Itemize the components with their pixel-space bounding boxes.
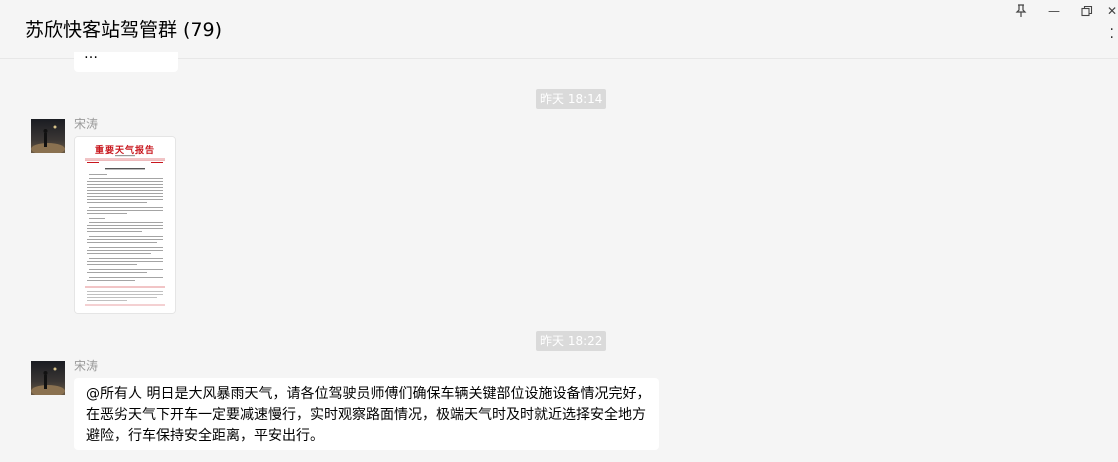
close-icon: ✕ bbox=[1106, 4, 1118, 18]
restore-icon[interactable] bbox=[1077, 2, 1097, 20]
sender-avatar[interactable] bbox=[31, 119, 65, 153]
text-message-bubble[interactable]: @所有人 明日是大风暴雨天气，请各位驾驶员师傅们确保车辆关键部位设施设备情况完好… bbox=[74, 378, 659, 450]
sender-avatar[interactable] bbox=[31, 361, 65, 395]
timestamp-divider: 昨天 18:14 bbox=[536, 89, 607, 109]
sender-name: 宋涛 bbox=[74, 117, 99, 131]
document-title: 重要天气报告 bbox=[95, 144, 155, 156]
minimize-button[interactable]: — bbox=[1044, 2, 1064, 20]
weather-report-thumbnail: 重要天气报告 bbox=[75, 137, 175, 313]
more-options-icon[interactable]: · · bbox=[1110, 23, 1114, 45]
message-text: @所有人 明日是大风暴雨天气，请各位驾驶员师傅们确保车辆关键部位设施设备情况完好… bbox=[86, 386, 651, 444]
avatar-image bbox=[31, 361, 65, 395]
previous-message-text: … bbox=[84, 52, 98, 62]
previous-message-bubble[interactable]: … bbox=[74, 52, 178, 72]
sender-name: 宋涛 bbox=[74, 359, 99, 373]
pin-icon[interactable] bbox=[1011, 2, 1031, 20]
chat-title: 苏欣快客站驾管群 (79) bbox=[25, 19, 223, 41]
avatar-image bbox=[31, 119, 65, 153]
close-button[interactable]: ✕ bbox=[1102, 2, 1118, 20]
minimize-icon: — bbox=[1048, 4, 1060, 18]
image-message-weather-report[interactable]: 重要天气报告 bbox=[74, 136, 176, 314]
timestamp-divider: 昨天 18:22 bbox=[536, 331, 607, 351]
title-bar: 苏欣快客站驾管群 (79) — ✕ · · bbox=[0, 0, 1118, 59]
